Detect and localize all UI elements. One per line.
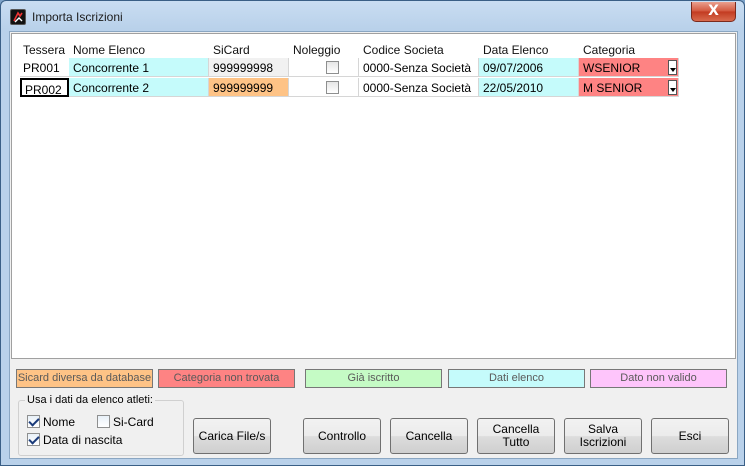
esci-button[interactable]: Esci <box>651 418 729 454</box>
categoria-dropdown-icon[interactable] <box>668 80 677 95</box>
close-icon: X <box>708 3 719 19</box>
grid-header: Tessera Nome Elenco SiCard Noleggio Codi… <box>12 34 735 57</box>
table-row[interactable]: PR001 Concorrente 1 999999998 0000-Senza… <box>12 58 735 78</box>
carica-files-label: Carica File/s <box>198 428 266 443</box>
window-title: Importa Iscrizioni <box>32 10 123 24</box>
cancella-button[interactable]: Cancella <box>390 418 468 454</box>
option-nascita-label: Data di nascita <box>43 433 123 447</box>
legend-sicard-diversa: Sicard diversa da database <box>16 369 153 388</box>
import-window: Importa Iscrizioni X Tessera Nome Elenco… <box>0 0 745 466</box>
app-logo-icon <box>10 9 26 25</box>
noleggio-checkbox[interactable] <box>326 81 339 94</box>
cell-codice-societa[interactable]: 0000-Senza Società <box>359 78 479 97</box>
cell-categoria[interactable]: M SENIOR <box>579 78 679 97</box>
sicard-checkbox[interactable] <box>97 415 110 428</box>
option-nome-label: Nome <box>43 415 76 429</box>
nascita-checkbox[interactable] <box>27 433 40 446</box>
option-data-nascita[interactable]: Data di nascita <box>27 433 122 447</box>
option-sicard[interactable]: Si-Card <box>97 415 154 429</box>
legend-categoria-non-trovata: Categoria non trovata <box>158 369 295 388</box>
salva-iscrizioni-button[interactable]: Salva Iscrizioni <box>564 418 642 454</box>
cell-noleggio <box>289 78 359 97</box>
header-noleggio[interactable]: Noleggio <box>293 43 340 57</box>
title-bar[interactable]: Importa Iscrizioni X <box>1 1 744 31</box>
cell-sicard[interactable]: 999999998 <box>209 58 289 77</box>
header-categoria[interactable]: Categoria <box>583 43 635 57</box>
cell-nome[interactable]: Concorrente 1 <box>69 58 209 77</box>
controllo-label: Controllo <box>317 428 367 443</box>
header-sicard[interactable]: SiCard <box>213 43 250 57</box>
cell-sicard[interactable]: 999999999 <box>209 78 289 97</box>
cancella-tutto-line2: Tutto <box>502 435 530 449</box>
cell-tessera[interactable]: PR001 <box>20 58 69 77</box>
cell-codice-societa[interactable]: 0000-Senza Società <box>359 58 479 77</box>
cell-nome[interactable]: Concorrente 2 <box>69 78 209 97</box>
cancella-tutto-button[interactable]: Cancella Tutto <box>477 418 555 454</box>
cell-data-elenco[interactable]: 09/07/2006 <box>479 58 579 77</box>
cell-noleggio <box>289 58 359 77</box>
salva-line1: Salva <box>587 422 619 436</box>
cancella-tutto-label: Cancella Tutto <box>493 423 540 449</box>
header-tessera[interactable]: Tessera <box>23 43 65 57</box>
legend-dato-non-valido: Dato non valido <box>590 369 727 388</box>
cancella-label: Cancella <box>405 428 453 443</box>
esci-label: Esci <box>678 428 702 443</box>
cancella-tutto-line1: Cancella <box>492 422 540 436</box>
cell-categoria[interactable]: WSENIOR <box>579 58 679 77</box>
salva-line2: Iscrizioni <box>579 435 627 449</box>
header-nome-elenco[interactable]: Nome Elenco <box>73 43 145 57</box>
import-grid[interactable]: Tessera Nome Elenco SiCard Noleggio Codi… <box>11 33 736 359</box>
close-button[interactable]: X <box>691 2 736 22</box>
noleggio-checkbox[interactable] <box>326 61 339 74</box>
categoria-value: WSENIOR <box>583 61 641 75</box>
client-area: Tessera Nome Elenco SiCard Noleggio Codi… <box>9 31 738 459</box>
legend-dati-elenco: Dati elenco <box>448 369 585 388</box>
salva-iscrizioni-label: Salva Iscrizioni <box>580 423 627 449</box>
controllo-button[interactable]: Controllo <box>303 418 381 454</box>
options-group-title: Usa i dati da elenco atleti: <box>25 394 155 406</box>
legend-gia-iscritto: Già iscritto <box>305 369 442 388</box>
nome-checkbox[interactable] <box>27 415 40 428</box>
cell-tessera[interactable]: PR002 <box>20 78 69 97</box>
option-sicard-label: Si-Card <box>113 415 154 429</box>
categoria-value: M SENIOR <box>583 81 643 95</box>
table-row[interactable]: PR002 Concorrente 2 999999999 0000-Senza… <box>12 78 735 98</box>
header-codice-societa[interactable]: Codice Societa <box>363 43 444 57</box>
categoria-dropdown-icon[interactable] <box>668 60 677 75</box>
option-nome[interactable]: Nome <box>27 415 75 429</box>
options-group: Usa i dati da elenco atleti: Nome Si-Car… <box>18 394 184 456</box>
header-data-elenco[interactable]: Data Elenco <box>483 43 548 57</box>
cell-data-elenco[interactable]: 22/05/2010 <box>479 78 579 97</box>
carica-files-button[interactable]: Carica File/s <box>193 418 271 454</box>
